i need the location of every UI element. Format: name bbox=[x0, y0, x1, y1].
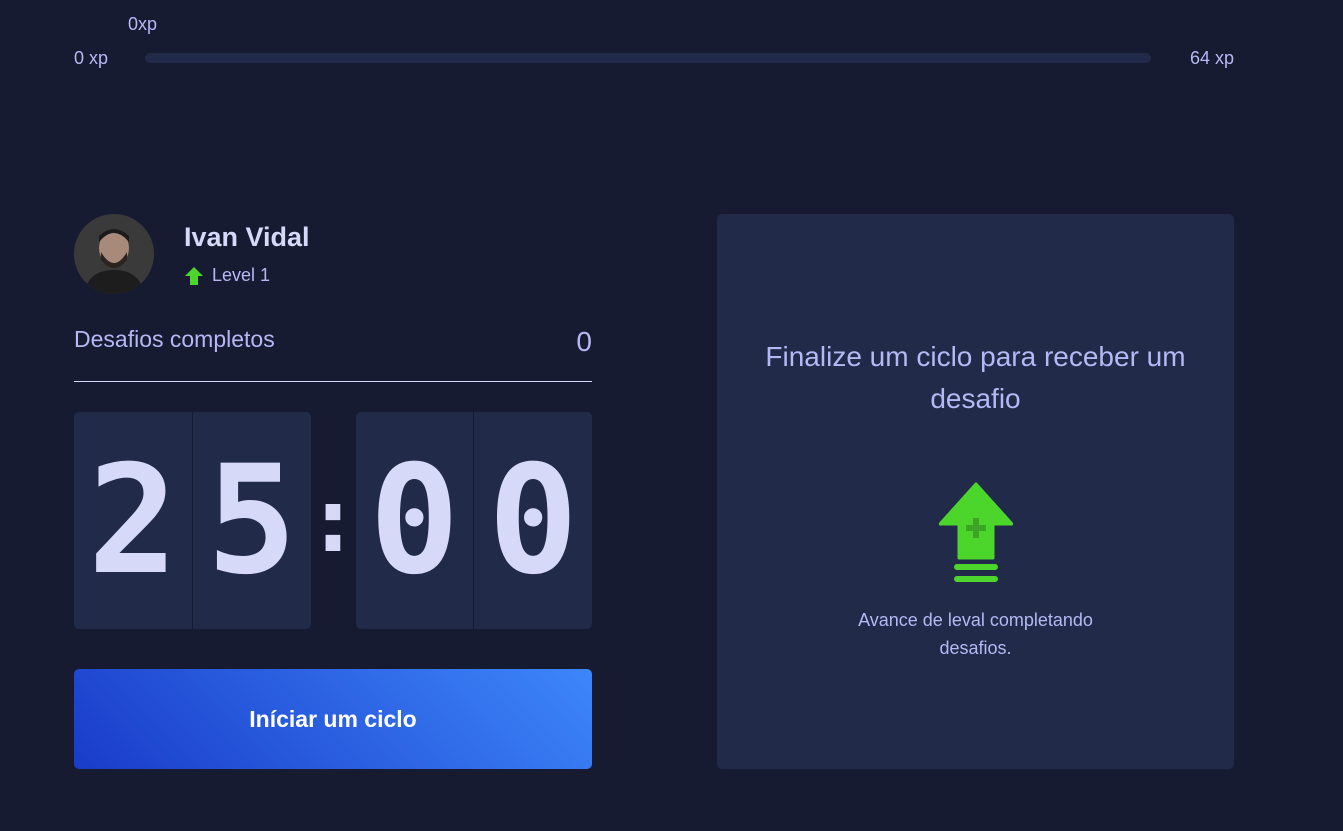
challenge-card: Finalize um ciclo para receber um desafi… bbox=[717, 214, 1234, 769]
completed-challenges: Desafios completos 0 bbox=[74, 326, 592, 382]
arrow-up-icon bbox=[185, 266, 203, 285]
challenge-card-text: Avance de leval completando desafios. bbox=[858, 610, 1093, 658]
minutes-display: 2 5 bbox=[74, 412, 311, 629]
start-cycle-button[interactable]: Iníciar um ciclo bbox=[74, 669, 592, 769]
xp-track bbox=[145, 53, 1151, 63]
avatar bbox=[74, 214, 154, 294]
challenges-label: Desafios completos bbox=[74, 326, 275, 352]
minute-digit-left: 2 bbox=[87, 433, 179, 608]
challenges-count: 0 bbox=[576, 326, 592, 357]
time-separator: : bbox=[305, 468, 361, 573]
profile-name: Ivan Vidal bbox=[184, 222, 310, 252]
second-digit-left: 0 bbox=[369, 433, 460, 608]
level-row: Level 1 bbox=[184, 265, 310, 286]
minute-digit-right: 5 bbox=[191, 412, 311, 629]
level-up-icon bbox=[938, 482, 1013, 582]
level-label: Level 1 bbox=[212, 265, 271, 285]
challenge-card-title: Finalize um ciclo para receber um desafi… bbox=[765, 341, 1186, 414]
seconds-display: 0 0 bbox=[355, 412, 592, 629]
profile-info: Ivan Vidal Level 1 bbox=[184, 222, 310, 286]
profile: Ivan Vidal Level 1 bbox=[74, 214, 310, 294]
xp-current: 0xp bbox=[128, 14, 158, 34]
countdown-timer: 2 5 : 0 0 bbox=[74, 412, 592, 629]
xp-max: 64 xp bbox=[1189, 48, 1234, 68]
experience-bar: 0xp 0 xp 64 xp bbox=[74, 0, 1234, 90]
second-digit-right: 0 bbox=[473, 412, 592, 629]
xp-min: 0 xp bbox=[74, 48, 109, 68]
